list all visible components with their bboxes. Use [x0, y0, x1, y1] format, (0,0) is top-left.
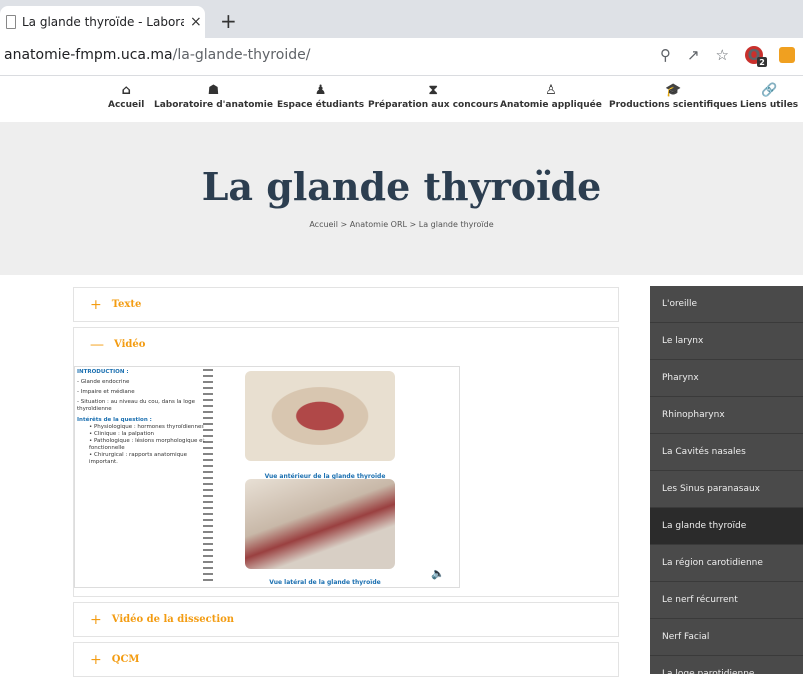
extension-lock-icon[interactable] — [779, 47, 795, 63]
sidebar-item-rhinopharynx[interactable]: Rhinopharynx — [650, 397, 803, 434]
nav-item-anatomie-appliquee[interactable]: ♙ Anatomie appliquée — [500, 83, 602, 110]
sidebar-item-loge-parotidienne[interactable]: La loge parotidienne — [650, 656, 803, 674]
page-icon — [6, 15, 16, 29]
volume-icon[interactable]: 🔈 — [431, 567, 445, 580]
notebook-binding — [203, 369, 213, 585]
users-icon: ☗ — [207, 83, 220, 98]
doctor-icon: ♙ — [545, 83, 557, 98]
accordion-label: Vidéo de la dissection — [111, 614, 235, 625]
extension-icon[interactable]: O2 — [745, 46, 767, 67]
url-host: anatomie-fmpm.uca.ma — [4, 47, 173, 63]
slide-bullet: • Pathologique : lésions morphologique e… — [89, 438, 205, 451]
nav-label: Productions scientifiques — [609, 100, 738, 110]
accordion-header[interactable]: + QCM — [74, 643, 618, 676]
nav-item-preparation[interactable]: ⧗ Préparation aux concours — [368, 83, 498, 110]
accordion-qcm[interactable]: + QCM — [73, 642, 619, 677]
page-title: La glande thyroïde — [201, 164, 602, 209]
student-icon: ♟ — [314, 83, 327, 98]
slide-line: - Situation : au niveau du cou, dans la … — [77, 399, 195, 412]
accordion-label: Vidéo — [114, 339, 146, 350]
sidebar-item-glande-thyroide[interactable]: La glande thyroïde — [650, 508, 803, 545]
nav-item-laboratoire[interactable]: ☗ Laboratoire d'anatomie — [154, 83, 273, 110]
address-bar: anatomie-fmpm.uca.ma/la-glande-thyroide/… — [0, 38, 803, 76]
thyroid-lateral-illustration — [245, 479, 395, 569]
nav-label: Anatomie appliquée — [500, 100, 602, 110]
nav-label: Préparation aux concours — [368, 100, 499, 110]
sidebar-item-larynx[interactable]: Le larynx — [650, 323, 803, 360]
expand-icon: + — [90, 651, 102, 668]
graduation-cap-icon: 🎓 — [665, 83, 682, 98]
hourglass-icon: ⧗ — [428, 83, 438, 98]
sidebar-item-pharynx[interactable]: Pharynx — [650, 360, 803, 397]
slide-bullet: • Chirurgical : rapports anatomique impo… — [89, 452, 188, 465]
slide-subheading: Intérêts de la question : — [77, 417, 152, 423]
browser-tab[interactable]: La glande thyroïde - Laboratoire × — [0, 6, 205, 38]
thyroid-anterior-illustration — [245, 371, 395, 461]
nav-item-liens-utiles[interactable]: 🔗 Liens utiles — [740, 83, 798, 110]
sidebar-item-nerf-recurrent[interactable]: Le nerf récurrent — [650, 582, 803, 619]
extension-badge: 2 — [757, 57, 767, 67]
slide-line: - Impaire et médiane — [77, 389, 135, 395]
accordion-label: Texte — [111, 299, 142, 310]
page-hero: La glande thyroïde Accueil > Anatomie OR… — [0, 122, 803, 275]
accordion-header[interactable]: + Texte — [74, 288, 618, 321]
sidebar-item-sinus-paranasaux[interactable]: Les Sinus paranasaux — [650, 471, 803, 508]
slide-bullet: • Physiologique : hormones thyroïdiennes — [89, 424, 205, 430]
tab-title: La glande thyroïde - Laboratoire — [22, 15, 184, 29]
slide-line: - Glande endocrine — [77, 379, 130, 385]
video-player[interactable]: INTRODUCTION : - Glande endocrine - Impa… — [74, 366, 460, 588]
accordion-video-dissection[interactable]: + Vidéo de la dissection — [73, 602, 619, 637]
new-tab-button[interactable]: + — [220, 9, 237, 33]
figure-caption: Vue latéral de la glande thyroïde — [269, 579, 381, 586]
site-navigation: ⌂ Accueil ☗ Laboratoire d'anatomie ♟ Esp… — [0, 77, 803, 122]
nav-label: Accueil — [108, 100, 145, 110]
accordion-texte[interactable]: + Texte — [73, 287, 619, 322]
nav-label: Espace étudiants — [277, 100, 365, 110]
expand-icon: + — [90, 611, 102, 628]
sidebar-item-cavites-nasales[interactable]: La Cavités nasales — [650, 434, 803, 471]
close-tab-icon[interactable]: × — [190, 14, 202, 30]
bookmark-star-icon[interactable]: ☆ — [716, 46, 729, 64]
nav-item-espace-etudiants[interactable]: ♟ Espace étudiants — [277, 83, 364, 110]
accordion-label: QCM — [111, 654, 140, 665]
slide-bullet: • Clinique : la palpation — [89, 431, 155, 437]
collapse-icon: — — [90, 336, 104, 353]
breadcrumb[interactable]: Accueil > Anatomie ORL > La glande thyro… — [0, 220, 803, 229]
sidebar-item-region-carotidienne[interactable]: La région carotidienne — [650, 545, 803, 582]
sidebar-item-nerf-facial[interactable]: Nerf Facial — [650, 619, 803, 656]
expand-icon: + — [90, 296, 102, 313]
accordion-header[interactable]: — Vidéo — [74, 328, 618, 361]
address-bar-actions: ⚲ ↗ ☆ O2 — [660, 46, 795, 67]
link-icon: 🔗 — [760, 83, 778, 98]
url-path: /la-glande-thyroide/ — [172, 47, 311, 63]
nav-item-productions[interactable]: 🎓 Productions scientifiques — [609, 83, 738, 110]
slide-text: INTRODUCTION : - Glande endocrine - Impa… — [77, 369, 205, 466]
home-icon: ⌂ — [121, 83, 131, 98]
nav-item-accueil[interactable]: ⌂ Accueil — [108, 83, 144, 110]
accordion-header[interactable]: + Vidéo de la dissection — [74, 603, 618, 636]
sidebar-item-oreille[interactable]: L'oreille — [650, 286, 803, 323]
nav-label: Liens utiles — [740, 100, 799, 110]
browser-tabbar: La glande thyroïde - Laboratoire × + — [0, 0, 803, 38]
slide-heading: INTRODUCTION : — [77, 369, 129, 375]
nav-label: Laboratoire d'anatomie — [154, 100, 273, 110]
zoom-icon[interactable]: ⚲ — [660, 46, 671, 64]
url-field[interactable]: anatomie-fmpm.uca.ma/la-glande-thyroide/ — [4, 47, 310, 63]
sidebar-menu: L'oreille Le larynx Pharynx Rhinopharynx… — [650, 286, 803, 674]
share-icon[interactable]: ↗ — [687, 46, 700, 64]
